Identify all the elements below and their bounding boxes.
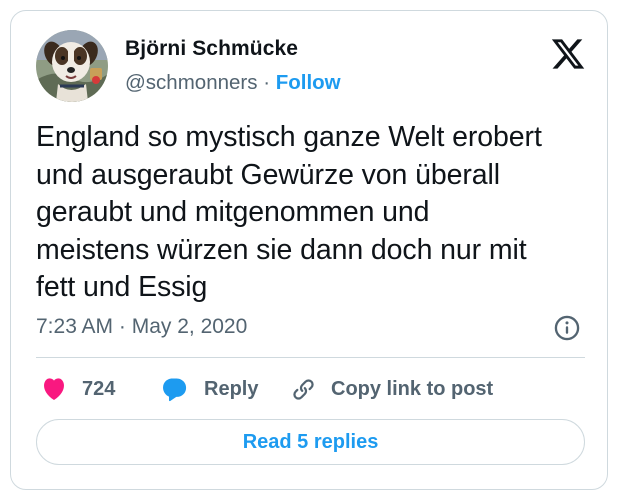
read-replies-label: Read 5 replies — [242, 430, 379, 453]
follow-button[interactable]: Follow — [276, 71, 341, 94]
author-name[interactable]: Björni Schmücke — [125, 37, 298, 61]
info-icon[interactable] — [553, 314, 581, 342]
handle-separator: · — [263, 71, 271, 94]
reply-label: Reply — [204, 377, 259, 400]
embedded-post-card: Björni Schmücke @schmonners · Follow Eng… — [10, 10, 608, 490]
x-logo-icon[interactable] — [550, 36, 586, 72]
author-handle-row: @schmonners · Follow — [125, 71, 341, 95]
divider — [36, 357, 585, 358]
speech-bubble-icon — [163, 377, 187, 401]
avatar-dog-image — [36, 30, 108, 102]
post-text: England so mystisch ganze Welt erobert u… — [36, 121, 542, 303]
copy-link-label: Copy link to post — [331, 377, 494, 400]
post-timestamp[interactable]: 7:23 AM · May 2, 2020 — [36, 315, 247, 339]
like-count: 724 — [82, 377, 116, 400]
read-replies-button[interactable]: Read 5 replies — [36, 419, 585, 465]
avatar[interactable] — [36, 30, 108, 102]
link-icon — [293, 378, 314, 400]
author-handle[interactable]: @schmonners — [125, 71, 257, 94]
copy-link-button[interactable]: Copy link to post — [290, 369, 493, 409]
reply-button[interactable]: Reply — [161, 369, 258, 409]
like-button[interactable]: 724 — [41, 369, 115, 409]
heart-icon — [44, 378, 64, 401]
